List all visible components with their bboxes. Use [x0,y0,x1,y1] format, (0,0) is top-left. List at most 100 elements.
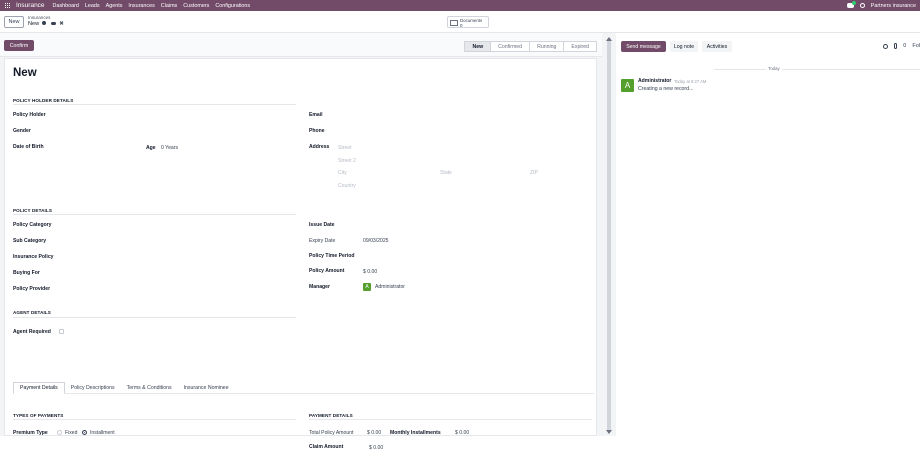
tab-payment-details[interactable]: Payment Details [13,382,65,394]
premium-fixed-label: Fixed [65,430,78,436]
monthly-installments-value: $ 0.00 [455,430,470,436]
phone-label: Phone [309,128,325,134]
date-separator-label: Today [766,66,782,71]
country-input[interactable]: Country [338,183,356,189]
agent-required-label: Agent Required [13,329,51,335]
discard-icon[interactable]: ✖ [59,21,64,27]
policy-provider-label: Policy Provider [13,286,51,292]
breadcrumb: Insurances New ✖ [28,15,64,27]
manager-avatar: A [363,283,371,291]
menu-agents[interactable]: Agents [106,3,123,9]
menu-customers[interactable]: Customers [183,3,209,9]
stage-confirmed[interactable]: Confirmed [490,41,531,52]
policy-time-period-label: Policy Time Period [309,253,355,259]
chatter-tools: 0 Fol [883,43,920,49]
breadcrumb-current: New [28,21,40,27]
date-separator [714,69,920,70]
documents-smart-button[interactable]: Documents 0 [447,16,489,28]
control-panel: New Insurances New ✖ Documents 0 [0,11,920,33]
policy-amount-input[interactable]: $ 0.00 [363,269,377,275]
manager-label: Manager [309,284,330,290]
attachment-icon[interactable] [894,43,898,49]
section-divider [13,214,296,215]
menu-configurations[interactable]: Configurations [215,3,250,9]
chatter-topbar: Send message Log note Activities 0 Fol [616,33,920,57]
manager-input[interactable]: Administrator [375,284,405,290]
buying-for-label: Buying For [13,270,40,276]
app-brand[interactable]: Insurance [16,2,45,9]
street2-input[interactable]: Street 2 [338,158,356,164]
age-label: Age [146,145,156,151]
stage-running[interactable]: Running [529,41,565,52]
stage-new[interactable]: New [464,41,492,52]
followers-count[interactable]: 0 [903,43,906,49]
tab-policy-descriptions[interactable]: Policy Descriptions [65,382,121,394]
message-avatar: A [621,79,634,92]
sub-category-label: Sub Category [13,238,47,244]
section-divider [309,419,592,420]
documents-count: 0 [460,23,463,28]
policy-holder-section-title: POLICY HOLDER DETAILS [13,98,74,103]
claim-amount-label: Claim Amount [309,444,344,450]
agent-section-title: AGENT DETAILS [13,310,51,315]
section-divider [13,104,296,105]
menu-insurances[interactable]: Insurances [128,3,154,9]
email-label: Email [309,112,323,118]
new-button[interactable]: New [4,16,24,28]
insurance-policy-label: Insurance Policy [13,254,54,260]
scroll-up-icon[interactable] [606,37,612,41]
premium-fixed-radio[interactable] [57,430,62,435]
premium-installment-radio[interactable] [82,430,87,435]
pane-scrollbar[interactable] [602,33,616,436]
activities-button[interactable]: Activities [702,41,732,52]
notebook-tabs: Payment Details Policy Descriptions Term… [13,382,594,394]
city-input[interactable]: City [338,170,347,176]
tab-insurance-nominee[interactable]: Insurance Nominee [178,382,235,394]
documents-icon [450,20,458,26]
issue-date-label: Issue Date [309,222,335,228]
premium-installment-label: Installment [90,430,115,436]
menu-leads[interactable]: Leads [85,3,100,9]
save-cloud-icon[interactable] [51,22,57,25]
record-title[interactable]: New [13,67,37,79]
section-divider [13,419,296,420]
search-icon[interactable] [883,43,889,49]
message-body: Creating a new record... [638,86,694,92]
address-label: Address [309,144,330,150]
form-sheet: New POLICY HOLDER DETAILS Policy Holder … [4,58,597,451]
status-bar: Confirm New Confirmed Running Expired [0,33,602,57]
scroll-track[interactable] [607,38,611,431]
street-input[interactable]: Street [338,145,352,151]
messages-icon[interactable] [846,1,856,8]
form-pane: Confirm New Confirmed Running Expired Ne… [0,33,602,451]
agent-required-checkbox[interactable] [59,329,64,334]
monthly-installments-label: Monthly Installments [390,430,441,436]
activity-clock-icon[interactable] [859,3,865,8]
log-note-button[interactable]: Log note [670,41,698,52]
types-of-payments-title: TYPES OF PAYMENTS [13,413,64,418]
total-policy-amount-label: Total Policy Amount [309,430,354,436]
send-message-button[interactable]: Send message [621,41,666,52]
policy-holder-label: Policy Holder [13,112,46,118]
follow-button[interactable]: Fol [912,43,920,49]
policy-category-label: Policy Category [13,222,52,228]
message-author[interactable]: Administrator [638,78,671,84]
zip-input[interactable]: ZIP [530,170,538,176]
stage-expired[interactable]: Expired [563,41,597,52]
scroll-down-icon[interactable] [606,430,612,434]
policy-amount-label: Policy Amount [309,268,345,274]
menu-dashboard[interactable]: Dashboard [53,3,79,9]
gender-label: Gender [13,128,31,134]
premium-type-label: Premium Type [13,430,48,436]
message-time: Today at 6:27 AM [674,78,707,84]
company-switcher[interactable]: Partners insurance [871,3,916,9]
state-input[interactable]: State [440,170,452,176]
stage-pipeline: New Confirmed Running Expired [464,41,597,52]
gear-icon[interactable] [42,21,47,25]
expiry-date-label: Expiry Date [309,238,336,244]
menu-claims[interactable]: Claims [161,3,177,9]
confirm-button[interactable]: Confirm [4,40,34,51]
apps-menu-icon[interactable] [5,2,11,9]
tab-terms-conditions[interactable]: Terms & Conditions [121,382,178,394]
expiry-date-input[interactable]: 09/03/2025 [363,238,389,244]
